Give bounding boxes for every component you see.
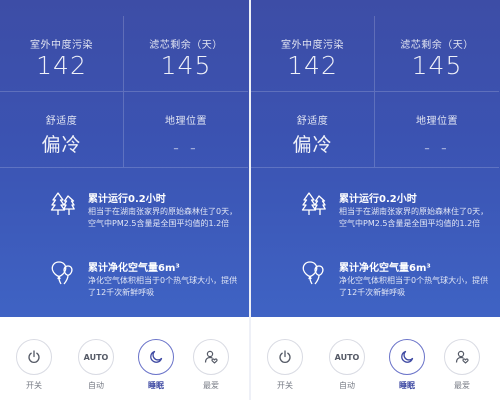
metric-comfort: 舒适度 偏冷 (251, 92, 375, 168)
metric-value: 偏冷 (292, 134, 333, 156)
power-icon (28, 350, 40, 363)
panel-left: 室外中度污染 142 滤芯剩余（天） 145 舒适度 偏冷 地理位置 - - 累… (0, 0, 249, 400)
moon-icon (150, 350, 163, 363)
button-label: 最爱 (454, 381, 470, 390)
metric-comfort: 舒适度 偏冷 (0, 92, 124, 168)
metric-value: 142 (36, 51, 87, 80)
button-label: 睡眠 (148, 381, 164, 390)
power-button[interactable]: 开关 (266, 339, 304, 391)
metric-label: 地理位置 (416, 116, 458, 127)
mode-bar: 开关 AUTO 自动 睡眠 最爱 (0, 317, 249, 400)
balloons-icon (302, 261, 324, 285)
power-icon (279, 350, 291, 363)
button-circle[interactable] (138, 339, 174, 375)
stat-description: 相当于在湖南张家界的原始森林住了0天，空气中PM2.5含量是全国平均值的1.2倍 (339, 207, 489, 228)
metric-value: 145 (411, 51, 463, 80)
button-label: 自动 (88, 381, 104, 390)
stat-title: 累计运行0.2小时 (88, 194, 166, 205)
button-circle[interactable] (389, 339, 425, 375)
metric-value: 偏冷 (41, 134, 82, 156)
sleep-mode-button[interactable]: 睡眠 (388, 339, 426, 391)
panel-right: 室外中度污染 142 滤芯剩余（天） 145 舒适度 偏冷 地理位置 - - 累… (251, 0, 500, 400)
auto-icon[interactable]: AUTO (329, 339, 365, 375)
stat-description: 净化空气体积相当于0个热气球大小，提供了12千次新鲜呼吸 (339, 276, 489, 297)
metric-value: 142 (287, 51, 338, 80)
status-area: 室外中度污染 142 滤芯剩余（天） 145 舒适度 偏冷 地理位置 - - 累… (251, 0, 500, 317)
auto-mode-button[interactable]: AUTO 自动 (328, 339, 366, 391)
forest-trees-icon (50, 192, 75, 215)
metrics-grid: 室外中度污染 142 滤芯剩余（天） 145 舒适度 偏冷 地理位置 - - (0, 16, 249, 168)
button-circle[interactable] (444, 339, 480, 375)
button-label: 最爱 (203, 381, 219, 390)
metric-label: 滤芯剩余（天） (400, 40, 474, 51)
mode-bar: 开关 AUTO 自动 睡眠 最爱 (251, 317, 500, 400)
button-label: 开关 (26, 381, 42, 390)
favorite-user-icon (455, 350, 469, 364)
moon-icon (401, 350, 414, 363)
metric-label: 室外中度污染 (281, 40, 344, 51)
sleep-mode-button[interactable]: 睡眠 (137, 339, 175, 391)
metric-outdoor-pollution: 室外中度污染 142 (251, 16, 375, 92)
favorite-mode-button[interactable]: 最爱 (192, 339, 230, 391)
auto-icon[interactable]: AUTO (78, 339, 114, 375)
stat-title: 累计净化空气量6m³ (88, 263, 180, 274)
stat-purified-volume: 累计净化空气量6m³ 净化空气体积相当于0个热气球大小，提供了12千次新鲜呼吸 (251, 256, 500, 326)
metric-filter-remaining: 滤芯剩余（天） 145 (124, 16, 248, 92)
button-circle[interactable] (193, 339, 229, 375)
auto-mode-button[interactable]: AUTO 自动 (77, 339, 115, 391)
app-root: 室外中度污染 142 滤芯剩余（天） 145 舒适度 偏冷 地理位置 - - 累… (0, 0, 500, 400)
stat-runtime: 累计运行0.2小时 相当于在湖南张家界的原始森林住了0天，空气中PM2.5含量是… (251, 187, 500, 257)
metric-label: 舒适度 (296, 116, 329, 127)
stat-runtime: 累计运行0.2小时 相当于在湖南张家界的原始森林住了0天，空气中PM2.5含量是… (0, 187, 249, 257)
button-label: 自动 (339, 381, 355, 390)
metric-label: 室外中度污染 (30, 40, 93, 51)
stat-purified-volume: 累计净化空气量6m³ 净化空气体积相当于0个热气球大小，提供了12千次新鲜呼吸 (0, 256, 249, 326)
stat-title: 累计净化空气量6m³ (339, 263, 431, 274)
metric-value: - - (173, 138, 199, 157)
button-circle[interactable] (16, 339, 52, 375)
stat-description: 相当于在湖南张家界的原始森林住了0天，空气中PM2.5含量是全国平均值的1.2倍 (88, 207, 238, 228)
button-label: 开关 (277, 381, 293, 390)
forest-trees-icon (301, 192, 326, 215)
balloons-icon (51, 261, 73, 285)
button-label: 睡眠 (399, 381, 415, 390)
metric-filter-remaining: 滤芯剩余（天） 145 (375, 16, 499, 92)
stat-title: 累计运行0.2小时 (339, 194, 417, 205)
favorite-mode-button[interactable]: 最爱 (443, 339, 481, 391)
metric-label: 地理位置 (165, 116, 207, 127)
power-button[interactable]: 开关 (15, 339, 53, 391)
button-circle[interactable] (267, 339, 303, 375)
metric-location: 地理位置 - - (124, 92, 248, 168)
metric-label: 滤芯剩余（天） (149, 40, 223, 51)
metric-value: - - (424, 138, 450, 157)
favorite-user-icon (204, 350, 218, 364)
metric-location: 地理位置 - - (375, 92, 499, 168)
metric-label: 舒适度 (45, 116, 78, 127)
status-area: 室外中度污染 142 滤芯剩余（天） 145 舒适度 偏冷 地理位置 - - 累… (0, 0, 249, 317)
metric-outdoor-pollution: 室外中度污染 142 (0, 16, 124, 92)
stat-description: 净化空气体积相当于0个热气球大小，提供了12千次新鲜呼吸 (88, 276, 238, 297)
metrics-grid: 室外中度污染 142 滤芯剩余（天） 145 舒适度 偏冷 地理位置 - - (251, 16, 500, 168)
metric-value: 145 (160, 51, 212, 80)
